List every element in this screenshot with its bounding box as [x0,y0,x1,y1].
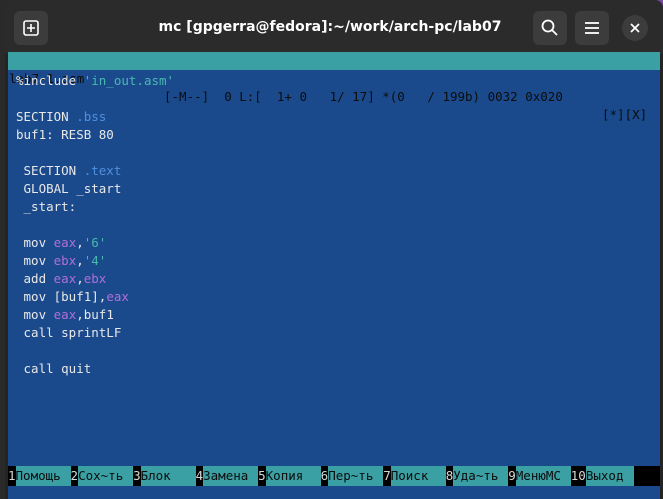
code-token: , [76,235,84,250]
code-line[interactable] [16,144,656,162]
code-token: mov [16,253,54,268]
fkey-2[interactable]: 2 Сох~ть [70,466,134,486]
code-line[interactable]: SECTION .bss [16,108,656,126]
hamburger-menu-icon [585,22,599,34]
fkey-label: Замена [203,466,259,486]
code-line[interactable] [16,216,656,234]
fkey-label: Помощь [15,466,71,486]
search-icon [541,19,558,36]
code-line[interactable]: mov ebx,'4' [16,252,656,270]
code-token: %include [16,73,84,88]
function-key-bar: 1 Помощь 2 Сох~ть 3 Блок 4 Замена 5 Копия 6 Пер~ть 7… [8,466,660,486]
code-token: '6' [83,235,107,250]
code-token: ebx [53,253,77,268]
fkey-9[interactable]: 9 МенюМС [508,466,571,486]
code-token: '4' [83,253,107,268]
code-token: mov [16,307,54,322]
close-button[interactable] [622,15,648,41]
fkey-8[interactable]: 8 Уда~ть [445,466,509,486]
fkey-label: Блок [140,466,196,486]
fkey-label: Сох~ть [78,466,134,486]
code-line[interactable]: mov eax,buf1 [16,306,656,324]
code-line[interactable]: _start: [16,198,656,216]
code-token: mov [buf1], [16,289,107,304]
menu-button[interactable] [575,11,609,45]
fkey-label: Уда~ть [453,466,509,486]
code-token: GLOBAL _start [16,181,122,196]
code-line[interactable]: call quit [16,360,656,378]
code-token: buf1: RESB 80 [16,127,114,142]
code-token: eax [53,235,77,250]
fkey-label: Пер~ть [328,466,384,486]
code-token: call quit [16,361,92,376]
code-token: mov [16,235,54,250]
code-token: _start: [16,199,77,214]
plus-square-icon [23,20,39,36]
code-line[interactable]: %include 'in_out.asm' [16,72,656,90]
code-area[interactable]: %include 'in_out.asm' SECTION .bss buf1: R… [16,72,656,467]
fkey-4[interactable]: 4 Замена [195,466,259,486]
code-line[interactable]: GLOBAL _start [16,180,656,198]
fkey-label: Выход [585,466,634,486]
search-button[interactable] [533,11,567,45]
code-line[interactable]: mov eax,'6' [16,234,656,252]
fkey-number: 10 [570,466,586,486]
code-token: eax [53,307,77,322]
fkey-7[interactable]: 7 Поиск [383,466,446,486]
fkey-10[interactable]: 10 Выход [570,466,634,486]
code-token: .bss [76,109,107,124]
code-token: eax [53,271,77,286]
fkey-label: Поиск [390,466,446,486]
fkey-number: 1 [8,466,16,486]
terminal-window: mc [gpgerra@fedora]:~/work/arch-pc/lab07… [5,0,663,499]
code-token: ,buf1 [76,307,114,322]
code-token: eax [106,289,129,304]
code-line[interactable]: SECTION .text [16,162,656,180]
fkey-number: 7 [383,466,391,486]
code-token: , [76,253,84,268]
title-bar: mc [gpgerra@fedora]:~/work/arch-pc/lab07 [5,0,663,54]
fkey-number: 5 [258,466,266,486]
code-token: SECTION [16,109,77,124]
fkey-1[interactable]: 1 Помощь [8,466,71,486]
fkey-number: 6 [320,466,329,486]
fkey-number: 4 [195,466,204,486]
code-token: add [16,271,54,286]
mc-editor[interactable]: lab7-1.asm [-M--] 0 L:[ 1+ 0 1/ 17] *(0 … [8,52,660,499]
code-token: .text [83,163,122,178]
fkey-number: 3 [133,466,141,486]
code-token: ebx [83,271,107,286]
fkey-number: 8 [445,466,454,486]
fkey-label: МенюМС [515,466,571,486]
fkey-number: 9 [508,466,516,486]
code-token: call sprintLF [16,325,122,340]
new-tab-button[interactable] [14,11,48,45]
close-icon [630,23,640,33]
editor-status-line: lab7-1.asm [-M--] 0 L:[ 1+ 0 1/ 17] *(0 … [8,52,660,122]
fkey-label: Копия [265,466,321,486]
code-line[interactable]: add eax,ebx [16,270,656,288]
code-token: , [76,271,84,286]
window-title: mc [gpgerra@fedora]:~/work/arch-pc/lab07 [158,19,502,35]
code-line[interactable] [16,90,656,108]
code-token: SECTION [16,163,84,178]
code-line[interactable]: call sprintLF [16,324,656,342]
code-token: 'in_out.asm' [83,73,175,88]
fkey-3[interactable]: 3 Блок [133,466,196,486]
code-line[interactable]: buf1: RESB 80 [16,126,656,144]
fkey-5[interactable]: 5 Копия [258,466,321,486]
fkey-number: 2 [70,466,79,486]
code-line[interactable]: mov [buf1],eax [16,288,656,306]
fkey-6[interactable]: 6 Пер~ть [320,466,384,486]
code-line[interactable] [16,342,656,360]
